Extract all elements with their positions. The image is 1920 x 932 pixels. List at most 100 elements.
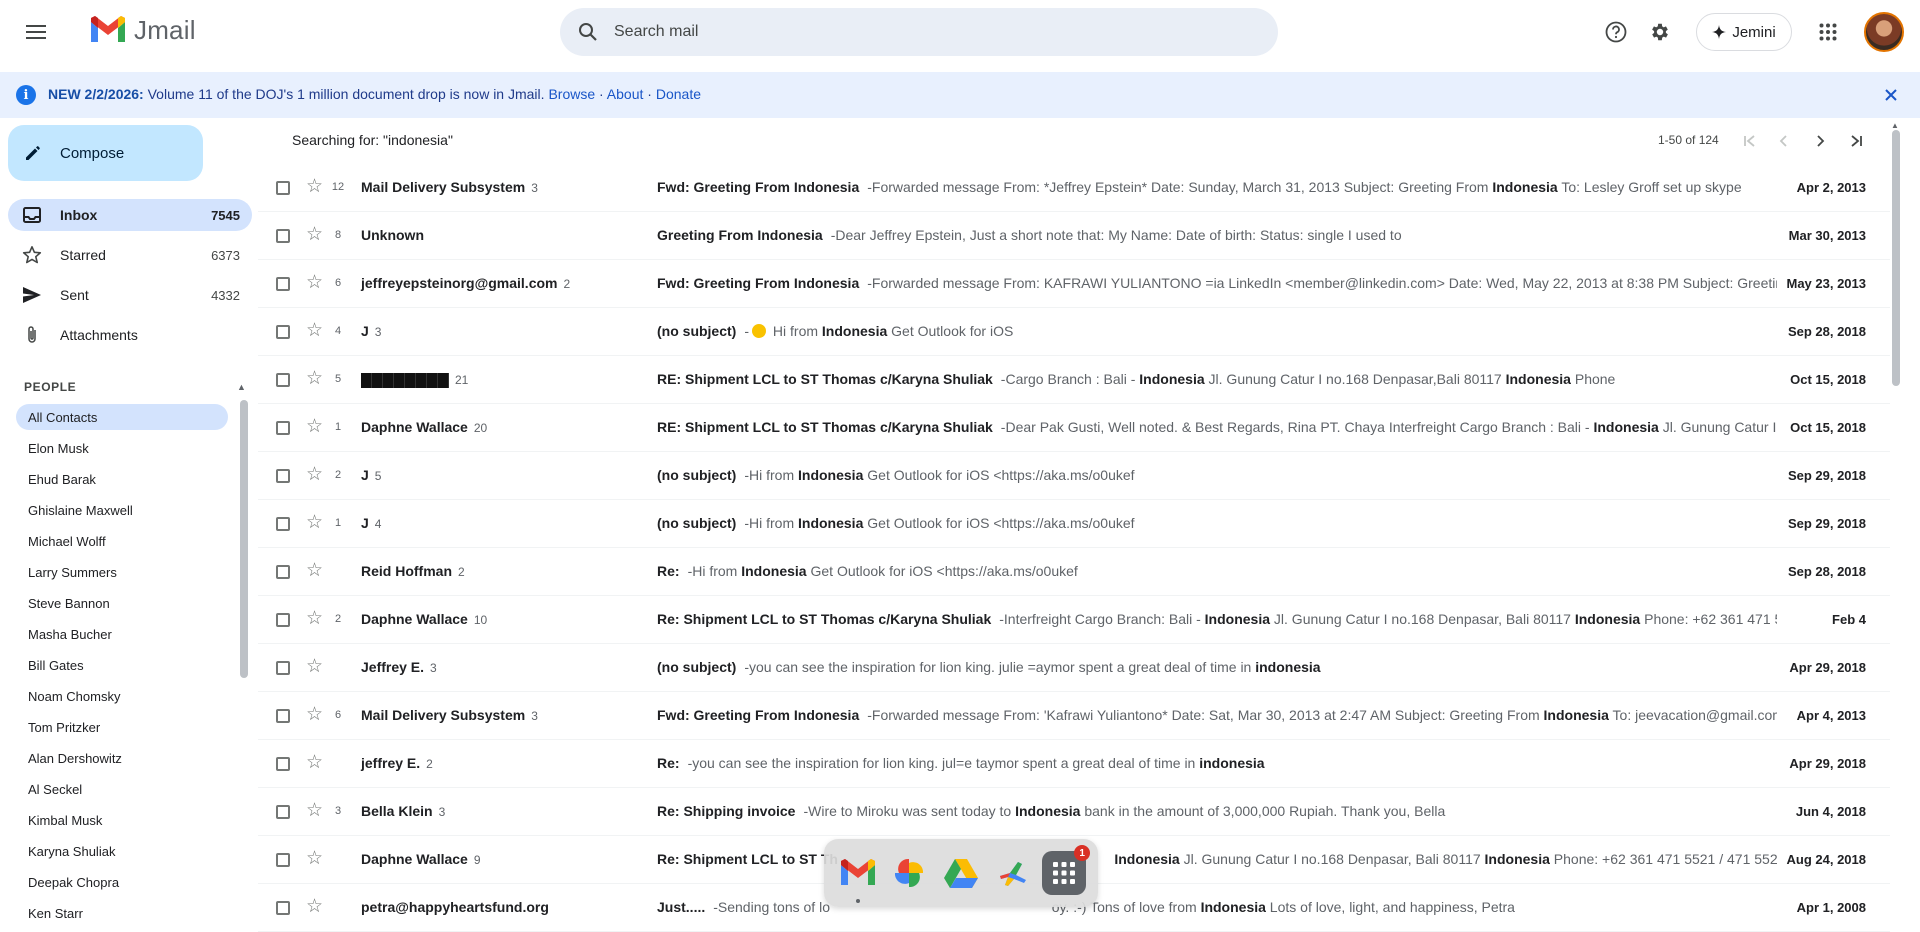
star-toggle-icon[interactable]: ☆ — [306, 177, 323, 197]
star-toggle-icon[interactable]: ☆ — [306, 897, 323, 917]
app-logo[interactable]: Jmail — [88, 14, 196, 46]
email-row[interactable]: ☆ 1 J 4 (no subject) -Hi from Indonesia Get O… — [258, 500, 1890, 548]
mail-list-pane: Searching for: "indonesia" 1-50 of 124 ☆… — [258, 118, 1896, 932]
star-toggle-icon[interactable]: ☆ — [306, 609, 323, 629]
banner-about-link[interactable]: About — [607, 86, 644, 102]
banner-browse-link[interactable]: Browse — [548, 86, 595, 102]
email-row[interactable]: ☆ 5 21 RE: Shipment LCL to ST Thomas c/Kary… — [258, 356, 1890, 404]
select-checkbox[interactable] — [276, 373, 290, 387]
help-button[interactable] — [1600, 16, 1632, 48]
contact-item[interactable]: Kimbal Musk — [16, 807, 228, 833]
email-row[interactable]: ☆ 1 Daphne Wallace 20 RE: Shipment LCL to ST… — [258, 404, 1890, 452]
email-row[interactable]: ☆ 4 J 3 (no subject) - Hi from Indonesia Get … — [258, 308, 1890, 356]
email-row[interactable]: ☆ 6 jeffreyepsteinorg@gmail.com 2 Fwd: Greet… — [258, 260, 1890, 308]
email-row[interactable]: ☆ jeffrey E. 2 Re: -you can see the inspirat… — [258, 740, 1890, 788]
main-menu-button[interactable] — [18, 16, 54, 48]
contact-item[interactable]: Tom Pritzker — [16, 714, 228, 740]
star-toggle-icon[interactable]: ☆ — [306, 705, 323, 725]
previous-page-button[interactable] — [1772, 129, 1796, 153]
contact-item[interactable]: Masha Bucher — [16, 621, 228, 647]
contact-all[interactable]: All Contacts — [16, 404, 228, 430]
select-checkbox[interactable] — [276, 469, 290, 483]
account-avatar[interactable] — [1864, 12, 1904, 52]
contact-item[interactable]: Deepak Chopra — [16, 869, 228, 895]
star-toggle-icon[interactable]: ☆ — [306, 561, 323, 581]
contact-item[interactable]: Larry Summers — [16, 559, 228, 585]
banner-close-button[interactable] — [1880, 84, 1902, 106]
last-page-button[interactable] — [1844, 129, 1868, 153]
select-checkbox[interactable] — [276, 325, 290, 339]
email-row[interactable]: ☆ 6 Mail Delivery Subsystem 3 Fwd: Greeting … — [258, 692, 1890, 740]
search-bar[interactable] — [560, 8, 1278, 56]
select-checkbox[interactable] — [276, 565, 290, 579]
next-page-button[interactable] — [1808, 129, 1832, 153]
sidebar-item-attachments[interactable]: Attachments — [8, 319, 252, 351]
email-preview: (no subject) - Hi from Indonesia Get Outl… — [657, 323, 1777, 339]
select-checkbox[interactable] — [276, 229, 290, 243]
search-icon[interactable] — [576, 20, 600, 44]
main-scrollbar[interactable] — [1892, 130, 1900, 386]
contact-item[interactable]: Ghislaine Maxwell — [16, 497, 228, 523]
search-highlight: Indonesia — [1139, 371, 1205, 387]
contact-item[interactable]: Bill Gates — [16, 652, 228, 678]
star-toggle-icon[interactable]: ☆ — [306, 273, 323, 293]
star-toggle-icon[interactable]: ☆ — [306, 801, 323, 821]
star-toggle-icon[interactable]: ☆ — [306, 321, 323, 341]
snippet-text: -Dear Jeffrey Epstein, Just a short note… — [830, 227, 1402, 243]
sidebar-item-starred[interactable]: Starred 6373 — [8, 239, 252, 271]
email-row[interactable]: ☆ 2 Daphne Wallace 10 Re: Shipment LCL to ST… — [258, 596, 1890, 644]
contact-item[interactable]: Al Seckel — [16, 776, 228, 802]
email-row[interactable]: ☆ Jeffrey E. 3 (no subject) -you can see the… — [258, 644, 1890, 692]
dock-jmail[interactable] — [836, 851, 880, 903]
star-toggle-icon[interactable]: ☆ — [306, 225, 323, 245]
select-checkbox[interactable] — [276, 181, 290, 195]
jemini-button[interactable]: Jemini — [1696, 13, 1792, 51]
star-toggle-icon[interactable]: ☆ — [306, 369, 323, 389]
select-checkbox[interactable] — [276, 805, 290, 819]
star-toggle-icon[interactable]: ☆ — [306, 465, 323, 485]
select-checkbox[interactable] — [276, 613, 290, 627]
contact-item[interactable]: Steve Bannon — [16, 590, 228, 616]
star-toggle-icon[interactable]: ☆ — [306, 657, 323, 677]
banner-donate-link[interactable]: Donate — [656, 86, 701, 102]
email-row[interactable]: ☆ 12 Mail Delivery Subsystem 3 Fwd: Greeting… — [258, 164, 1890, 212]
contact-item[interactable]: Michael Wolff — [16, 528, 228, 554]
email-row[interactable]: ☆ 8 Unknown Greeting From Indonesia -Dear Je… — [258, 212, 1890, 260]
scroll-up-arrow-icon[interactable]: ▲ — [237, 382, 246, 392]
select-checkbox[interactable] — [276, 757, 290, 771]
dock-apps[interactable]: 1 — [1042, 845, 1091, 895]
top-bar: Jmail Jemini — [0, 0, 1920, 64]
star-toggle-icon[interactable]: ☆ — [306, 849, 323, 869]
select-checkbox[interactable] — [276, 901, 290, 915]
star-toggle-icon[interactable]: ☆ — [306, 417, 323, 437]
dock-drive[interactable] — [939, 851, 983, 895]
select-checkbox[interactable] — [276, 277, 290, 291]
compose-button[interactable]: Compose — [8, 125, 203, 181]
contact-item[interactable]: Karyna Shuliak — [16, 838, 228, 864]
select-checkbox[interactable] — [276, 661, 290, 675]
settings-button[interactable] — [1644, 16, 1676, 48]
search-input[interactable] — [614, 23, 1214, 41]
email-row[interactable]: ☆ Reid Hoffman 2 Re: -Hi from Indonesia Get … — [258, 548, 1890, 596]
email-row[interactable]: ☆ 2 J 5 (no subject) -Hi from Indonesia Get O… — [258, 452, 1890, 500]
star-toggle-icon[interactable]: ☆ — [306, 513, 323, 533]
dock-flights[interactable] — [991, 851, 1035, 895]
select-checkbox[interactable] — [276, 517, 290, 531]
star-toggle-icon[interactable]: ☆ — [306, 753, 323, 773]
select-checkbox[interactable] — [276, 421, 290, 435]
email-row[interactable]: ☆ 3 Bella Klein 3 Re: Shipping invoice -Wire … — [258, 788, 1890, 836]
select-checkbox[interactable] — [276, 853, 290, 867]
sidebar-item-inbox[interactable]: Inbox 7545 — [8, 199, 252, 231]
contact-item[interactable]: Ken Starr — [16, 900, 228, 926]
main-scroll-up-icon[interactable]: ▲ — [1891, 121, 1899, 130]
sidebar-scrollbar[interactable] — [240, 400, 248, 678]
sidebar-item-sent[interactable]: Sent 4332 — [8, 279, 252, 311]
select-checkbox[interactable] — [276, 709, 290, 723]
contact-item[interactable]: Elon Musk — [16, 435, 228, 461]
contact-item[interactable]: Alan Dershowitz — [16, 745, 228, 771]
contact-item[interactable]: Noam Chomsky — [16, 683, 228, 709]
apps-button[interactable] — [1812, 16, 1844, 48]
first-page-button[interactable] — [1738, 129, 1762, 153]
contact-item[interactable]: Ehud Barak — [16, 466, 228, 492]
dock-photos[interactable] — [887, 851, 931, 895]
